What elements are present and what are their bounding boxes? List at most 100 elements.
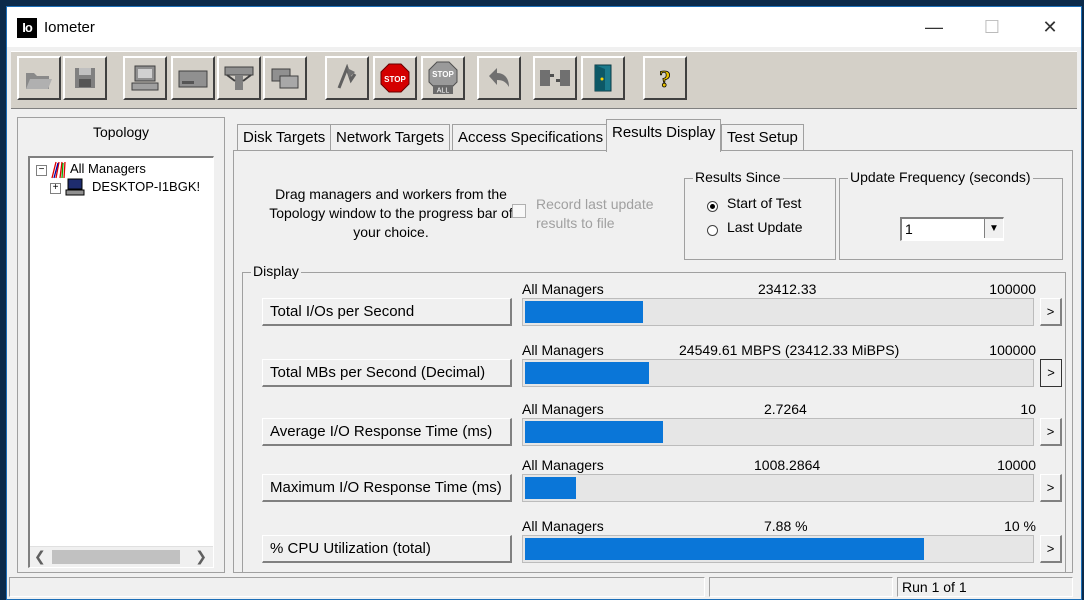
- progress-bar[interactable]: [522, 535, 1034, 563]
- stop-all-button[interactable]: STOP ALL: [421, 56, 465, 100]
- tab-test-setup[interactable]: Test Setup: [721, 124, 804, 151]
- exit-door-icon: [594, 64, 612, 92]
- scroll-left-icon[interactable]: ❮: [34, 548, 46, 565]
- bar-value-label: 7.88 %: [764, 518, 808, 534]
- stop-all-subtext: ALL: [437, 88, 450, 95]
- update-frequency-select[interactable]: 1 ▼: [900, 217, 1004, 241]
- maximize-button[interactable]: ☐: [963, 7, 1021, 47]
- results-display-panel: Drag managers and workers from the Topol…: [233, 150, 1073, 573]
- help-question-icon: ?: [659, 67, 672, 93]
- bar-source-label: All Managers: [522, 401, 604, 417]
- progress-bar-fill: [525, 538, 924, 560]
- metric-button-total-mbs[interactable]: Total MBs per Second (Decimal): [262, 359, 512, 387]
- open-config-button[interactable]: [17, 56, 61, 100]
- expand-manager-icon[interactable]: +: [50, 183, 61, 194]
- progress-bar[interactable]: [522, 359, 1034, 387]
- window-title: Iometer: [44, 19, 95, 36]
- status-pane-main: [9, 577, 705, 597]
- reset-workers-button[interactable]: [477, 56, 521, 100]
- results-since-title: Results Since: [693, 169, 783, 185]
- bar-max-label: 100000: [989, 342, 1036, 358]
- green-flag-icon: [337, 64, 357, 89]
- start-tests-button[interactable]: [325, 56, 369, 100]
- bar-source-label: All Managers: [522, 281, 604, 297]
- toolbar: STOP STOP ALL ?: [11, 51, 1077, 109]
- stop-sign-icon: STOP: [380, 63, 410, 93]
- more-results-button[interactable]: >: [1040, 298, 1062, 326]
- tab-network-targets[interactable]: Network Targets: [330, 124, 451, 151]
- iometer-window: Io Iometer — ☐ ✕ STOP STOP ALL ? Topolog…: [6, 6, 1082, 600]
- duplicate-worker-button[interactable]: [263, 56, 307, 100]
- start-new-manager-button[interactable]: [123, 56, 167, 100]
- drag-instructions: Drag managers and workers from the Topol…: [269, 186, 513, 240]
- start-network-worker-button[interactable]: [217, 56, 261, 100]
- tab-disk-targets[interactable]: Disk Targets: [237, 124, 332, 151]
- metric-button-total-ios[interactable]: Total I/Os per Second: [262, 298, 512, 326]
- tab-access-specifications[interactable]: Access Specifications: [452, 124, 610, 151]
- stop-test-button[interactable]: STOP: [373, 56, 417, 100]
- all-managers-icon: [51, 161, 66, 179]
- open-folder-icon: [26, 73, 52, 89]
- update-frequency-title: Update Frequency (seconds): [848, 169, 1033, 185]
- progress-bar-fill: [525, 301, 643, 323]
- bar-max-label: 100000: [989, 281, 1036, 297]
- metric-button-cpu-utilization[interactable]: % CPU Utilization (total): [262, 535, 512, 563]
- update-frequency-value: 1: [905, 221, 913, 237]
- stop-all-icon: STOP ALL: [428, 61, 458, 95]
- title-bar[interactable]: Io Iometer — ☐ ✕: [7, 7, 1081, 47]
- chevron-down-icon[interactable]: ▼: [984, 219, 1003, 238]
- metric-button-max-response[interactable]: Maximum I/O Response Time (ms): [262, 474, 512, 502]
- about-button[interactable]: ?: [643, 56, 687, 100]
- more-results-button[interactable]: >: [1040, 359, 1062, 387]
- exit-button[interactable]: [581, 56, 625, 100]
- start-disk-worker-button[interactable]: [171, 56, 215, 100]
- update-frequency-group: Update Frequency (seconds) 1 ▼: [839, 169, 1063, 260]
- minimize-button[interactable]: —: [905, 7, 963, 47]
- tab-results-display[interactable]: Results Display: [606, 119, 722, 152]
- radio-start-of-test-label[interactable]: Start of Test: [727, 195, 801, 211]
- topology-horizontal-scrollbar[interactable]: ❮ ❯: [30, 546, 213, 567]
- more-results-button[interactable]: >: [1040, 418, 1062, 446]
- bar-value-label: 2.7264: [764, 401, 807, 417]
- more-results-button[interactable]: >: [1040, 474, 1062, 502]
- progress-bar-fill: [525, 362, 649, 384]
- topology-tree[interactable]: − All Managers + DESKTOP-I1BGK! ❮ ❯: [28, 156, 214, 568]
- progress-bar[interactable]: [522, 418, 1034, 446]
- collapse-all-managers-icon[interactable]: −: [36, 165, 47, 176]
- stop-sign-text: STOP: [384, 75, 406, 84]
- tree-item-manager[interactable]: DESKTOP-I1BGK!: [92, 179, 200, 194]
- close-button[interactable]: ✕: [1021, 7, 1079, 47]
- disconnect-icon: [540, 70, 570, 86]
- more-results-button[interactable]: >: [1040, 535, 1062, 563]
- status-run-label: Run 1 of 1: [897, 577, 1073, 597]
- bar-max-label: 10: [1020, 401, 1036, 417]
- scrollbar-thumb[interactable]: [52, 550, 180, 564]
- bar-source-label: All Managers: [522, 342, 604, 358]
- bar-source-label: All Managers: [522, 518, 604, 534]
- radio-start-of-test[interactable]: [707, 201, 718, 212]
- save-config-button[interactable]: [63, 56, 107, 100]
- topology-header: Topology: [92, 124, 150, 140]
- tree-item-all-managers[interactable]: All Managers: [70, 161, 146, 176]
- progress-bar[interactable]: [522, 474, 1034, 502]
- record-results-checkbox[interactable]: [512, 204, 526, 218]
- progress-bar[interactable]: [522, 298, 1034, 326]
- topology-panel: Topology − All Managers + DESKTOP-I1BGK!…: [17, 117, 225, 573]
- bar-max-label: 10000: [997, 457, 1036, 473]
- bar-value-label: 24549.61 MBPS (23412.33 MiBPS): [679, 342, 900, 358]
- scroll-right-icon[interactable]: ❯: [195, 548, 207, 565]
- status-bar: Run 1 of 1: [7, 575, 1081, 599]
- disconnect-managers-button[interactable]: [533, 56, 577, 100]
- bar-value-label: 23412.33: [758, 281, 817, 297]
- progress-bar-fill: [525, 477, 576, 499]
- network-icon: [224, 66, 254, 90]
- floppy-disk-icon: [75, 68, 95, 88]
- help-question-text: ?: [659, 67, 671, 93]
- bar-max-label: 10 %: [1004, 518, 1036, 534]
- radio-last-update[interactable]: [707, 225, 718, 236]
- metric-button-avg-response[interactable]: Average I/O Response Time (ms): [262, 418, 512, 446]
- manager-computer-icon: [65, 178, 85, 196]
- duplicate-icon: [271, 68, 299, 89]
- radio-last-update-label[interactable]: Last Update: [727, 219, 803, 235]
- disk-drive-icon: [178, 70, 208, 88]
